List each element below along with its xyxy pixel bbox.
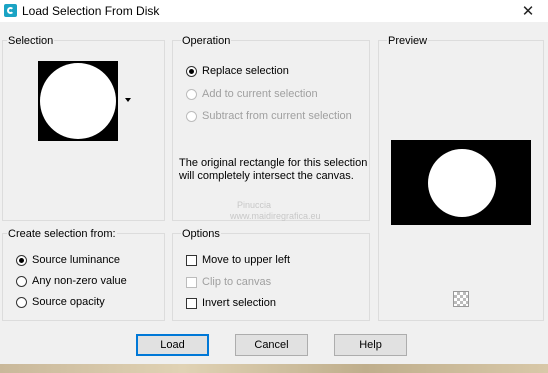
help-button[interactable]: Help [334, 334, 407, 356]
radio-source-opacity[interactable]: Source opacity [16, 294, 105, 310]
checkbox-invert-selection[interactable]: Invert selection [186, 295, 276, 311]
radio-source-luminance[interactable]: Source luminance [16, 252, 120, 268]
chevron-down-icon[interactable] [125, 98, 131, 102]
cancel-button[interactable]: Cancel [235, 334, 308, 356]
watermark-line-2: www.maidiregrafica.eu [230, 211, 321, 221]
checkbox[interactable] [186, 254, 197, 266]
load-button[interactable]: Load [136, 334, 209, 356]
radio-label: Replace selection [202, 65, 289, 77]
close-button[interactable]: ✕ [508, 0, 548, 22]
create-from-group-title: Create selection from: [7, 228, 117, 240]
radio-label: Add to current selection [202, 88, 318, 100]
options-group-title: Options [181, 228, 221, 240]
operation-group-title: Operation [181, 35, 232, 47]
selection-group-title: Selection [7, 35, 55, 47]
radio-replace-selection[interactable]: Replace selection [186, 63, 289, 79]
radio-label: Subtract from current selection [202, 110, 352, 122]
checkbox-label: Move to upper left [202, 254, 291, 266]
selection-thumbnail[interactable] [38, 61, 118, 141]
radio-label: Source luminance [32, 254, 121, 266]
radio-button[interactable] [186, 110, 197, 122]
radio-subtract-from-selection[interactable]: Subtract from current selection [186, 108, 352, 124]
checkbox-label: Clip to canvas [202, 276, 272, 288]
radio-any-non-zero[interactable]: Any non-zero value [16, 273, 127, 289]
watermark-line-1: Pinuccia [237, 200, 272, 210]
checkbox[interactable] [186, 276, 197, 288]
radio-button[interactable] [16, 254, 27, 266]
operation-description: The original rectangle for this selectio… [179, 157, 368, 182]
radio-label: Any non-zero value [32, 275, 127, 287]
checkbox[interactable] [186, 297, 197, 309]
checkbox-label: Invert selection [202, 297, 276, 309]
selection-circle-shape [40, 63, 116, 139]
checkbox-clip-to-canvas[interactable]: Clip to canvas [186, 274, 271, 290]
app-icon [4, 4, 17, 17]
radio-button[interactable] [186, 88, 197, 100]
preview-group-title: Preview [387, 35, 429, 47]
radio-button[interactable] [16, 296, 27, 308]
radio-add-to-selection[interactable]: Add to current selection [186, 86, 318, 102]
watermark: Pinuccia www.maidiregrafica.eu [210, 200, 321, 222]
transparency-checker-icon[interactable] [453, 291, 469, 307]
radio-button[interactable] [16, 275, 27, 287]
checkbox-move-to-upper-left[interactable]: Move to upper left [186, 252, 290, 268]
radio-label: Source opacity [32, 296, 105, 308]
radio-button[interactable] [186, 65, 197, 77]
window-title: Load Selection From Disk [22, 4, 160, 18]
preview-image [391, 140, 531, 225]
background-strip [0, 364, 548, 373]
preview-circle-shape [428, 149, 496, 217]
title-bar: Load Selection From Disk ✕ [0, 0, 548, 22]
